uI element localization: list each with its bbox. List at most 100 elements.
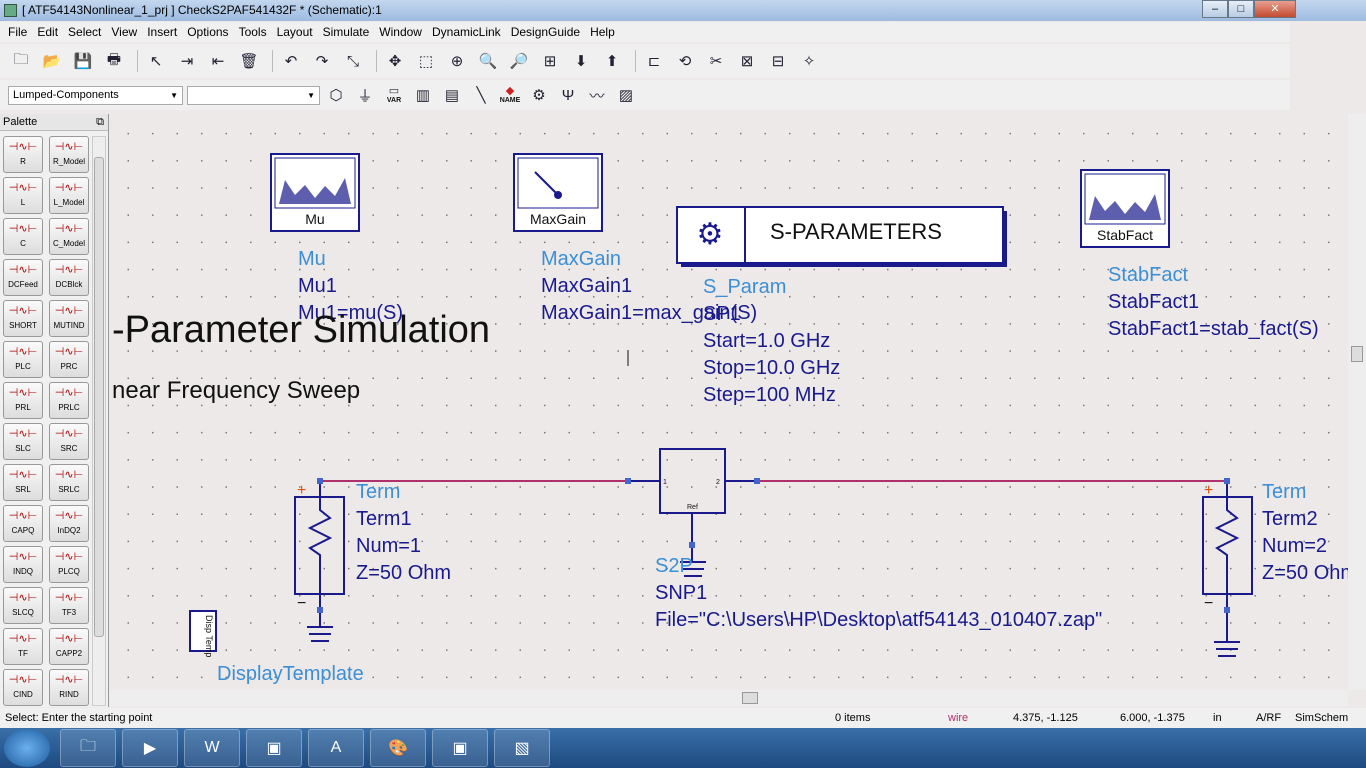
palette-item-dcblck[interactable]: ⊣∿⊢ DCBlck — [49, 259, 89, 296]
palette-item-prc[interactable]: ⊣∿⊢ PRC — [49, 341, 89, 378]
taskbar-ads-2[interactable]: ▣ — [432, 729, 488, 767]
palette-item-prl[interactable]: ⊣∿⊢ PRL — [3, 382, 43, 419]
palette-item-cind[interactable]: ⊣∿⊢ CIND — [3, 669, 43, 706]
palette-item-tf3[interactable]: ⊣∿⊢ TF3 — [49, 587, 89, 624]
menu-options[interactable]: Options — [183, 22, 234, 42]
taskbar-acrobat[interactable]: A — [308, 729, 364, 767]
palette-item-mutind[interactable]: ⊣∿⊢ MUTIND — [49, 300, 89, 337]
menu-insert[interactable]: Insert — [143, 22, 183, 42]
schematic-canvas[interactable]: Mu Mu Mu1 Mu1=mu(S) MaxGain MaxGain MaxG… — [110, 114, 1348, 690]
term1-component[interactable] — [294, 481, 345, 642]
ground-icon[interactable]: ⏚ — [353, 83, 377, 107]
save-display-icon[interactable]: ▨ — [614, 83, 638, 107]
palette-item-slcq[interactable]: ⊣∿⊢ SLCQ — [3, 587, 43, 624]
palette-item-dcfeed[interactable]: ⊣∿⊢ DCFeed — [3, 259, 43, 296]
open-icon[interactable]: 📂 — [39, 49, 65, 73]
scroll-thumb[interactable] — [1351, 346, 1363, 362]
palette-scrollbar[interactable] — [92, 136, 106, 706]
move-handle-icon[interactable]: ⤡ — [340, 49, 366, 73]
scroll-thumb[interactable] — [742, 692, 758, 704]
palette-item-capp2[interactable]: ⊣∿⊢ CAPP2 — [49, 628, 89, 665]
component-library-icon[interactable]: ▥ — [411, 83, 435, 107]
rotate-icon[interactable]: ⟲ — [672, 49, 698, 73]
palette-item-c[interactable]: ⊣∿⊢ C — [3, 218, 43, 255]
zoom-in-icon[interactable]: 🔍 — [475, 49, 501, 73]
library-select[interactable]: Lumped-Components ▼ — [8, 85, 183, 105]
pop-out-icon[interactable]: ⬆ — [599, 49, 625, 73]
zoom-component-icon[interactable]: ⊞ — [537, 49, 563, 73]
sparam-component[interactable]: ⚙ S-PARAMETERS — [676, 206, 1007, 267]
pan-icon[interactable]: ✥ — [382, 49, 408, 73]
mu-component[interactable]: Mu — [270, 153, 360, 232]
taskbar-photo-viewer[interactable]: ▧ — [494, 729, 550, 767]
menu-file[interactable]: File — [4, 22, 33, 42]
palette-item-short[interactable]: ⊣∿⊢ SHORT — [3, 300, 43, 337]
zoom-area-icon[interactable]: ⬚ — [413, 49, 439, 73]
undo-icon[interactable]: ↶ — [278, 49, 304, 73]
taskbar-media-player[interactable]: ▶ — [122, 729, 178, 767]
scroll-thumb[interactable] — [94, 157, 104, 637]
var-icon[interactable]: ▭ VAR — [382, 83, 406, 107]
simulate-icon[interactable]: ⚙ — [527, 83, 551, 107]
palette-item-prlc[interactable]: ⊣∿⊢ PRLC — [49, 382, 89, 419]
menu-select[interactable]: Select — [64, 22, 107, 42]
palette-item-indq2[interactable]: ⊣∿⊢ InDQ2 — [49, 505, 89, 542]
port-icon[interactable]: ⬡ — [324, 83, 348, 107]
menu-edit[interactable]: Edit — [33, 22, 64, 42]
insert-wire-label-icon[interactable]: ⊏ — [641, 49, 667, 73]
new-folder-icon[interactable]: 🗀 — [8, 49, 34, 73]
data-item-icon[interactable]: ▤ — [440, 83, 464, 107]
name-icon[interactable]: ◆ NAME — [498, 83, 522, 107]
menu-view[interactable]: View — [107, 22, 143, 42]
maxgain-component[interactable]: MaxGain — [513, 153, 603, 232]
palette-item-slc[interactable]: ⊣∿⊢ SLC — [3, 423, 43, 460]
menu-layout[interactable]: Layout — [273, 22, 319, 42]
palette-item-r_model[interactable]: ⊣∿⊢ R_Model — [49, 136, 89, 173]
tune-icon[interactable]: ✧ — [796, 49, 822, 73]
palette-item-r[interactable]: ⊣∿⊢ R — [3, 136, 43, 173]
short-icon[interactable]: ⊟ — [765, 49, 791, 73]
close-button[interactable]: ✕ — [1254, 0, 1296, 18]
palette-item-indq[interactable]: ⊣∿⊢ INDQ — [3, 546, 43, 583]
data-display-icon[interactable]: 〰 — [585, 83, 609, 107]
push-into-icon[interactable]: ⬇ — [568, 49, 594, 73]
component-select[interactable]: ▼ — [187, 85, 320, 105]
mirror-x-icon[interactable]: ⇥ — [174, 49, 200, 73]
select-arrow-icon[interactable]: ↖ — [143, 49, 169, 73]
palette-item-plcq[interactable]: ⊣∿⊢ PLCQ — [49, 546, 89, 583]
start-button[interactable] — [4, 729, 50, 767]
deactivate-icon[interactable]: ⊠ — [734, 49, 760, 73]
display-template-component[interactable]: Disp Temp — [189, 610, 217, 657]
term2-component[interactable] — [1202, 481, 1253, 657]
taskbar-word[interactable]: W — [184, 729, 240, 767]
menu-designguide[interactable]: DesignGuide — [507, 22, 586, 42]
maximize-button[interactable]: □ — [1228, 0, 1254, 18]
taskbar-explorer[interactable]: 🗀 — [60, 729, 116, 767]
delete-icon[interactable]: 🗑 — [236, 49, 262, 73]
zoom-fit-icon[interactable]: ⊕ — [444, 49, 470, 73]
menu-simulate[interactable]: Simulate — [319, 22, 376, 42]
palette-item-l_model[interactable]: ⊣∿⊢ L_Model — [49, 177, 89, 214]
stabfact-component[interactable]: StabFact — [1080, 169, 1170, 248]
taskbar-ads[interactable]: ▣ — [246, 729, 302, 767]
palette-item-srlc[interactable]: ⊣∿⊢ SRLC — [49, 464, 89, 501]
tuning-icon[interactable]: Ψ — [556, 83, 580, 107]
palette-item-capq[interactable]: ⊣∿⊢ CAPQ — [3, 505, 43, 542]
cut-icon[interactable]: ✂ — [703, 49, 729, 73]
menu-dynamiclink[interactable]: DynamicLink — [428, 22, 507, 42]
taskbar-paint[interactable]: 🎨 — [370, 729, 426, 767]
restore-icon[interactable]: ⧉ — [96, 116, 104, 129]
menu-window[interactable]: Window — [375, 22, 428, 42]
palette-item-src[interactable]: ⊣∿⊢ SRC — [49, 423, 89, 460]
save-icon[interactable]: 💾 — [70, 49, 96, 73]
palette-item-plc[interactable]: ⊣∿⊢ PLC — [3, 341, 43, 378]
zoom-out-icon[interactable]: 🔎 — [506, 49, 532, 73]
menu-tools[interactable]: Tools — [235, 22, 273, 42]
palette-item-srl[interactable]: ⊣∿⊢ SRL — [3, 464, 43, 501]
wire-icon[interactable]: ╲ — [469, 83, 493, 107]
horizontal-scrollbar[interactable] — [110, 690, 1348, 706]
palette-item-rind[interactable]: ⊣∿⊢ RIND — [49, 669, 89, 706]
menu-help[interactable]: Help — [586, 22, 621, 42]
palette-item-tf[interactable]: ⊣∿⊢ TF — [3, 628, 43, 665]
palette-item-c_model[interactable]: ⊣∿⊢ C_Model — [49, 218, 89, 255]
